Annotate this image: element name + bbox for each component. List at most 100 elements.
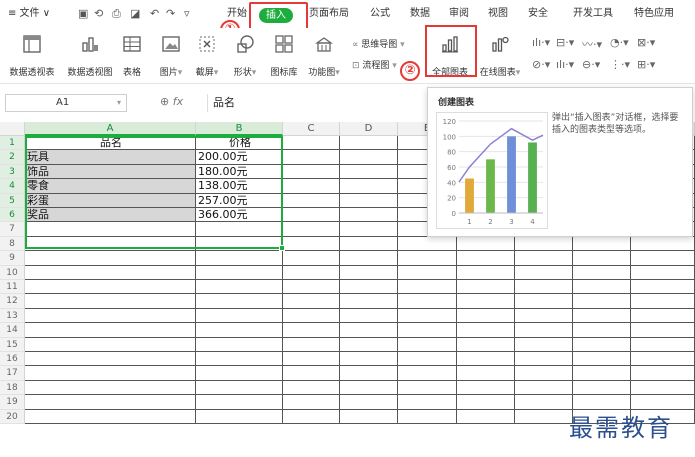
item-name-cell[interactable]: 奖品	[25, 208, 196, 223]
row-header-20[interactable]: 20	[0, 409, 25, 424]
grid-cell[interactable]	[283, 395, 340, 410]
grid-cell[interactable]	[398, 308, 457, 324]
grid-cell[interactable]	[573, 236, 631, 252]
grid-cell[interactable]	[196, 409, 283, 424]
grid-cell[interactable]	[340, 380, 398, 396]
row-header-9[interactable]: 9	[0, 251, 25, 266]
grid-cell[interactable]	[25, 222, 196, 237]
grid-cell[interactable]	[196, 294, 283, 309]
grid-cell[interactable]	[340, 395, 398, 410]
grid-cell[interactable]	[283, 352, 340, 367]
table-button[interactable]: 表格	[119, 34, 145, 78]
grid-cell[interactable]	[340, 222, 398, 237]
grid-cell[interactable]	[340, 236, 398, 252]
grid-cell[interactable]	[631, 323, 695, 338]
combo-chart-dropdown[interactable]: ılı·▾	[556, 58, 574, 71]
grid-cell[interactable]	[25, 280, 196, 295]
more-icon[interactable]: ▿	[184, 7, 190, 21]
stock-chart-dropdown[interactable]: ⊞·▾	[637, 58, 655, 71]
grid-cell[interactable]	[398, 409, 457, 424]
tab-page-layout[interactable]: 页面布局	[309, 0, 349, 28]
grid-cell[interactable]	[340, 136, 398, 151]
grid-cell[interactable]	[457, 380, 515, 396]
grid-cell[interactable]	[196, 323, 283, 338]
online-charts-button[interactable]: 在线图表▾	[477, 34, 523, 78]
grid-cell[interactable]	[457, 409, 515, 424]
grid-cell[interactable]	[515, 251, 573, 266]
grid-cell[interactable]	[457, 294, 515, 309]
grid-cell[interactable]	[515, 265, 573, 280]
bar-chart-dropdown[interactable]: ⊟·▾	[556, 36, 574, 49]
grid-cell[interactable]	[283, 323, 340, 338]
grid-cell[interactable]	[631, 380, 695, 396]
grid-cell[interactable]	[398, 352, 457, 367]
grid-cell[interactable]	[25, 395, 196, 410]
grid-cell[interactable]	[573, 352, 631, 367]
grid-cell[interactable]	[457, 352, 515, 367]
grid-cell[interactable]	[515, 337, 573, 352]
grid-cell[interactable]	[283, 294, 340, 309]
grid-cell[interactable]	[573, 380, 631, 396]
grid-cell[interactable]	[457, 236, 515, 252]
price-cell[interactable]: 366.00元	[196, 208, 283, 223]
redo-icon[interactable]: ↷	[166, 7, 175, 21]
grid-cell[interactable]	[283, 380, 340, 396]
grid-cell[interactable]	[196, 352, 283, 367]
scatter-chart-dropdown[interactable]: ⋮·▾	[610, 58, 630, 71]
grid-cell[interactable]	[631, 366, 695, 381]
grid-cell[interactable]	[515, 380, 573, 396]
flowchart-button[interactable]: ⊡ 流程图 ▾	[352, 58, 397, 71]
undo-list-icon[interactable]: ⟲	[94, 7, 103, 21]
grid-cell[interactable]	[25, 380, 196, 396]
row-header-7[interactable]: 7	[0, 222, 25, 237]
grid-cell[interactable]	[515, 294, 573, 309]
column-chart-dropdown[interactable]: ılı·▾	[532, 36, 550, 49]
grid-cell[interactable]	[573, 294, 631, 309]
grid-cell[interactable]	[457, 395, 515, 410]
screenshot-button[interactable]: 截屏▾	[192, 34, 222, 78]
grid-cell[interactable]	[340, 251, 398, 266]
grid-cell[interactable]	[457, 265, 515, 280]
grid-cell[interactable]	[340, 265, 398, 280]
row-header-6[interactable]: 6	[0, 208, 25, 223]
tab-review[interactable]: 审阅	[449, 0, 469, 28]
picture-button[interactable]: 图片▾	[156, 34, 186, 78]
grid-cell[interactable]	[398, 323, 457, 338]
grid-cell[interactable]	[631, 308, 695, 324]
item-name-cell[interactable]: 彩蛋	[25, 193, 196, 208]
row-header-12[interactable]: 12	[0, 294, 25, 309]
row-header-15[interactable]: 15	[0, 337, 25, 352]
item-name-cell[interactable]: 零食	[25, 179, 196, 194]
print-preview-icon[interactable]: ◪	[130, 7, 140, 21]
grid-cell[interactable]	[196, 395, 283, 410]
grid-cell[interactable]	[196, 366, 283, 381]
row-header-18[interactable]: 18	[0, 380, 25, 396]
grid-cell[interactable]	[631, 352, 695, 367]
grid-cell[interactable]	[631, 280, 695, 295]
grid-cell[interactable]	[25, 294, 196, 309]
grid-cell[interactable]	[631, 251, 695, 266]
grid-cell[interactable]	[573, 308, 631, 324]
price-cell[interactable]: 138.00元	[196, 179, 283, 194]
item-name-cell[interactable]: 饰品	[25, 164, 196, 180]
fill-handle[interactable]	[279, 245, 285, 251]
grid-cell[interactable]	[196, 280, 283, 295]
grid-cell[interactable]	[196, 380, 283, 396]
column-header-b[interactable]: B	[196, 122, 283, 136]
grid-cell[interactable]	[573, 337, 631, 352]
grid-cell[interactable]	[340, 308, 398, 324]
grid-cell[interactable]	[515, 352, 573, 367]
table-header-cell[interactable]: 品名	[25, 136, 196, 151]
grid-cell[interactable]	[283, 280, 340, 295]
grid-cell[interactable]	[515, 366, 573, 381]
grid-cell[interactable]	[631, 265, 695, 280]
line-chart-dropdown[interactable]: 〰·▾	[582, 36, 602, 52]
grid-cell[interactable]	[196, 265, 283, 280]
grid-cell[interactable]	[457, 323, 515, 338]
grid-cell[interactable]	[283, 366, 340, 381]
area-chart-dropdown[interactable]: ⊠·▾	[637, 36, 655, 49]
grid-cell[interactable]	[340, 280, 398, 295]
grid-cell[interactable]	[340, 294, 398, 309]
grid-cell[interactable]	[283, 222, 340, 237]
grid-cell[interactable]	[631, 337, 695, 352]
